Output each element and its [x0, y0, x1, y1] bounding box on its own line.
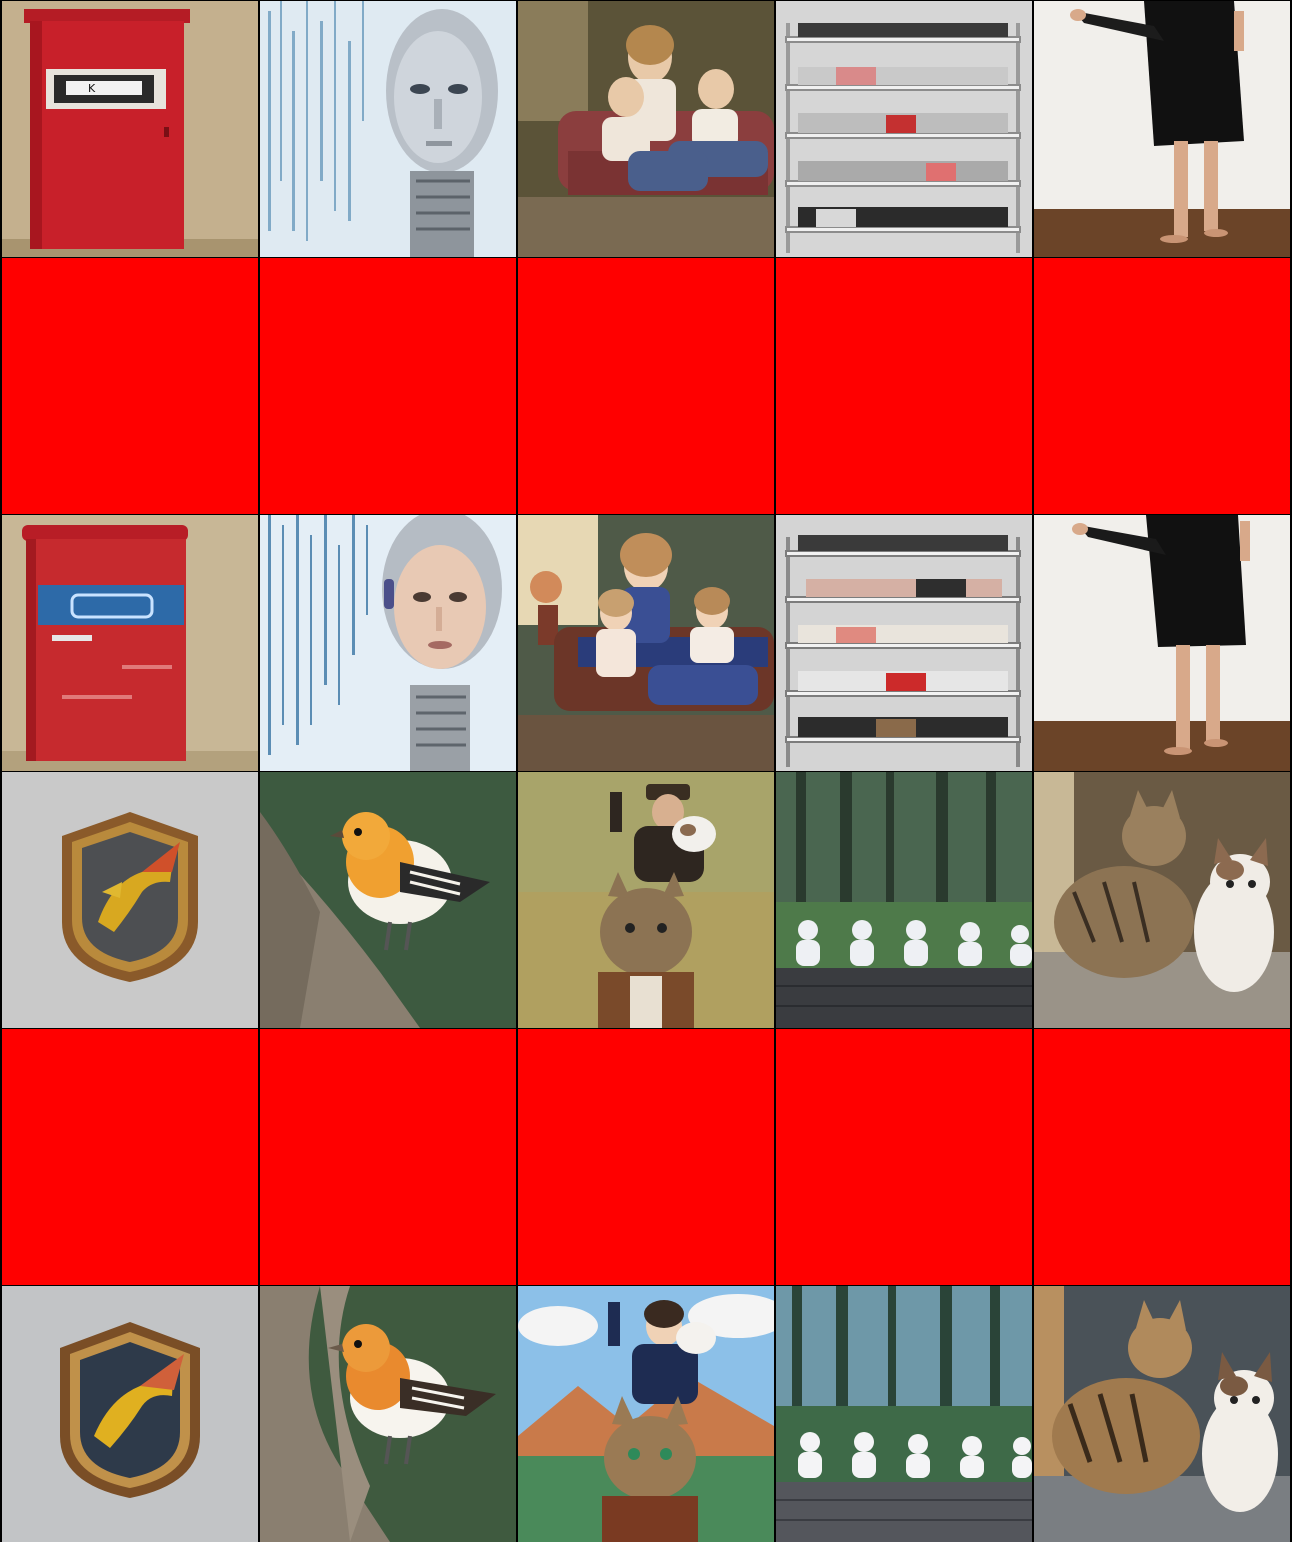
- tile-bird-2: [260, 1286, 516, 1542]
- tile-shoe-rack-1: [776, 1, 1032, 257]
- tile-children-sofa-1: [518, 1, 774, 257]
- tile-red-mailbox: K: [2, 1, 258, 257]
- tile-black-dress-2: [1034, 515, 1290, 771]
- placeholder-tile: [518, 258, 774, 514]
- placeholder-tile: [1034, 258, 1290, 514]
- placeholder-tile: [776, 258, 1032, 514]
- image-grid: K: [0, 0, 1292, 1542]
- placeholder-tile: [260, 1029, 516, 1285]
- tile-dragon-shield-1: [2, 772, 258, 1028]
- placeholder-tile: [518, 1029, 774, 1285]
- placeholder-tile: [776, 1029, 1032, 1285]
- tile-robot-head-2: [260, 515, 516, 771]
- placeholder-tile: [2, 1029, 258, 1285]
- tile-man-cats-1: [518, 772, 774, 1028]
- tile-shoe-rack-2: [776, 515, 1032, 771]
- placeholder-tile: [1034, 1029, 1290, 1285]
- tile-bird-1: [260, 772, 516, 1028]
- tile-two-cats-1: [1034, 772, 1290, 1028]
- placeholder-tile: [2, 258, 258, 514]
- tile-robots-forest-2: [776, 1286, 1032, 1542]
- tile-man-cats-2: [518, 1286, 774, 1542]
- tile-red-mailbox-2: [2, 515, 258, 771]
- tile-children-sofa-2: [518, 515, 774, 771]
- tile-black-dress-1: [1034, 1, 1290, 257]
- tile-dragon-shield-2: [2, 1286, 258, 1542]
- tile-two-cats-2: [1034, 1286, 1290, 1542]
- tile-robots-forest-1: [776, 772, 1032, 1028]
- mailbox-label: K: [88, 82, 96, 95]
- tile-robot-head-1: [260, 1, 516, 257]
- placeholder-tile: [260, 258, 516, 514]
